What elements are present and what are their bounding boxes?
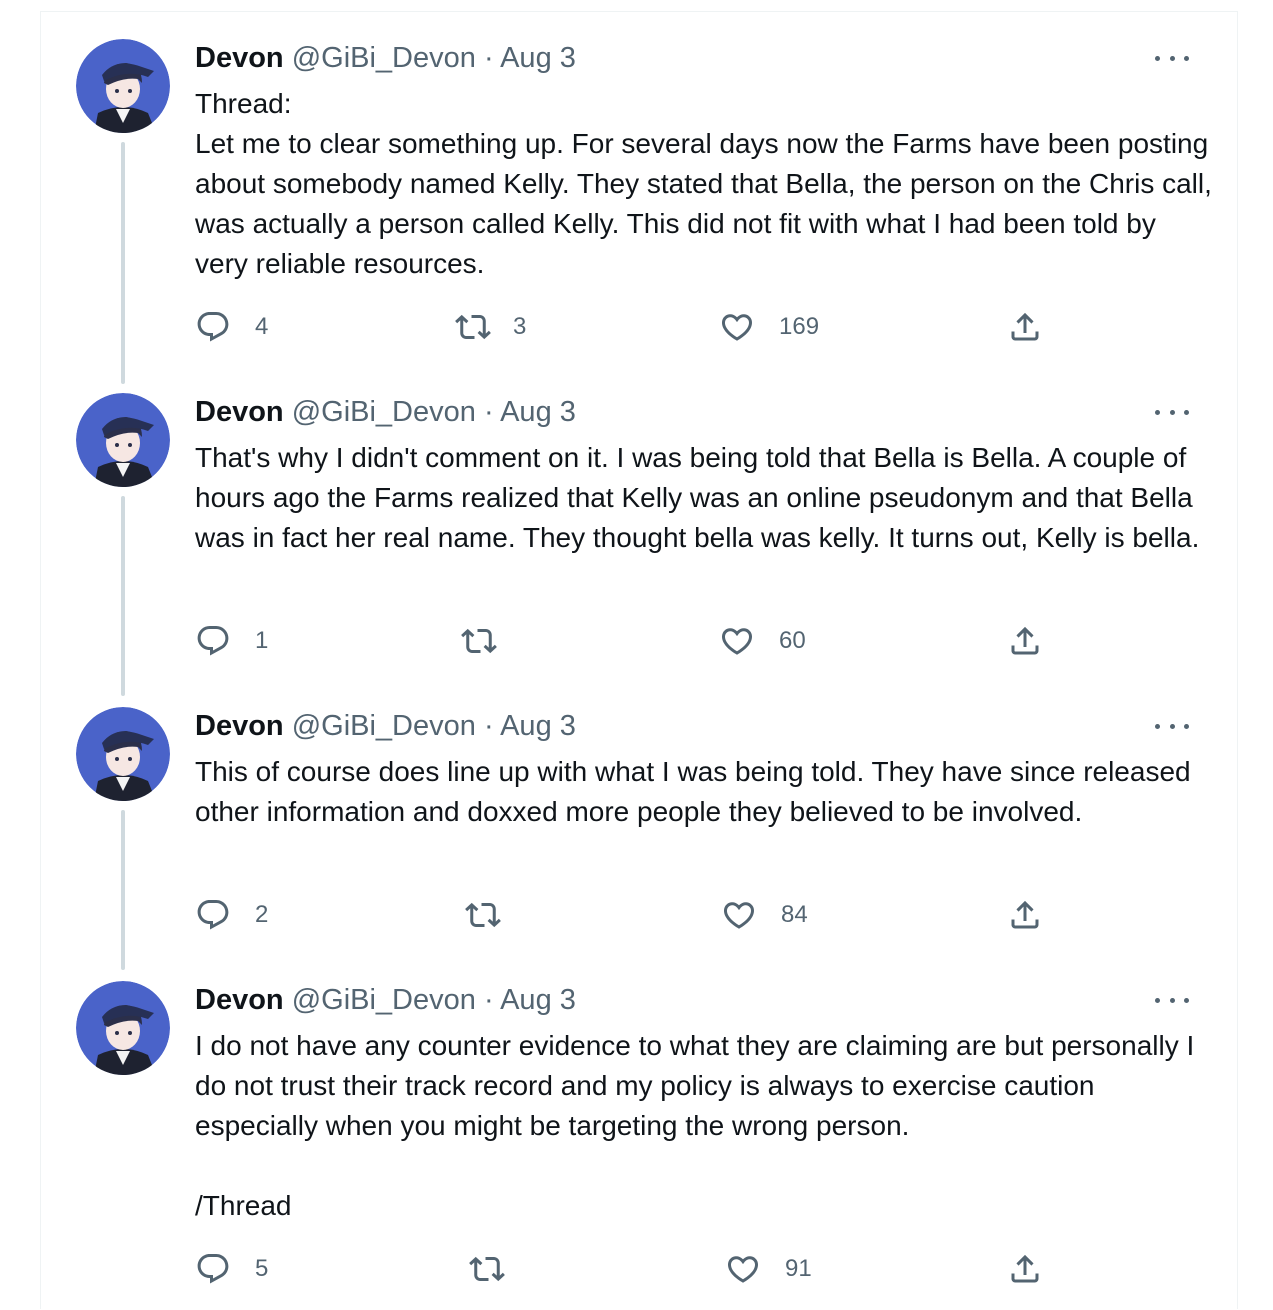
thread-feed: Devon @GiBi_Devon · Aug 3 Thread: Let me… [40,11,1238,1309]
share-icon [1011,900,1039,929]
tweet-date[interactable]: Aug 3 [500,396,576,428]
tweet-actions: 1 60 [195,621,1075,661]
reply-icon [197,900,229,930]
reply-count: 1 [255,627,269,654]
tweet-header: Devon @GiBi_Devon · Aug 3 [195,982,576,1018]
tweet-date[interactable]: Aug 3 [500,42,576,74]
more-icon[interactable] [1155,714,1189,738]
tweet-text: Thread: Let me to clear something up. Fo… [195,88,1212,279]
avatar[interactable] [76,39,170,133]
share-icon [1011,626,1039,655]
reply-button[interactable]: 4 [195,307,268,347]
tweet-date[interactable]: Aug 3 [500,984,576,1016]
reply-count: 4 [255,313,269,340]
avatar-image [76,707,170,801]
tweet-3[interactable]: Devon @GiBi_Devon · Aug 3 This of course… [41,680,1239,970]
separator-dot: · [483,710,494,742]
separator-dot: · [483,984,494,1016]
like-count: 169 [779,313,820,340]
tweet-text: That's why I didn't comment on it. I was… [195,442,1201,553]
tweet-header: Devon @GiBi_Devon · Aug 3 [195,40,576,76]
avatar-image [76,981,170,1075]
avatar[interactable] [76,707,170,801]
separator-dot: · [483,42,494,74]
reply-count: 5 [255,1255,269,1282]
reply-button[interactable]: 2 [195,895,268,935]
avatar[interactable] [76,393,170,487]
share-button[interactable] [1007,895,1043,935]
retweet-button[interactable] [469,1249,529,1289]
author-handle[interactable]: @GiBi_Devon [292,42,476,74]
share-button[interactable] [1007,1249,1043,1289]
thread-connector [121,496,125,696]
author-name[interactable]: Devon [195,396,284,428]
like-button[interactable]: 169 [719,307,819,347]
like-count: 91 [785,1255,812,1282]
avatar-image [76,393,170,487]
tweet-4[interactable]: Devon @GiBi_Devon · Aug 3 I do not have … [41,954,1239,1310]
tweet-text: This of course does line up with what I … [195,756,1199,827]
reply-count: 2 [255,901,269,928]
separator-dot: · [483,396,494,428]
reply-icon [197,1254,229,1284]
thread-connector [121,142,125,384]
like-icon [721,628,753,655]
tweet-date[interactable]: Aug 3 [500,710,576,742]
author-name[interactable]: Devon [195,984,284,1016]
tweet-header: Devon @GiBi_Devon · Aug 3 [195,708,576,744]
avatar-image [76,39,170,133]
like-button[interactable]: 60 [719,621,806,661]
more-icon[interactable] [1155,46,1189,70]
tweet-1[interactable]: Devon @GiBi_Devon · Aug 3 Thread: Let me… [41,12,1239,384]
share-icon [1011,1254,1039,1283]
like-count: 60 [779,627,806,654]
author-handle[interactable]: @GiBi_Devon [292,396,476,428]
tweet-actions: 5 91 [195,1249,1075,1289]
more-icon[interactable] [1155,400,1189,424]
tweet-2[interactable]: Devon @GiBi_Devon · Aug 3 That's why I d… [41,366,1239,696]
share-button[interactable] [1007,621,1043,661]
retweet-count: 3 [513,313,527,340]
thread-connector [121,810,125,970]
tweet-actions: 2 84 [195,895,1075,935]
reply-button[interactable]: 1 [195,621,268,661]
reply-icon [197,312,229,342]
reply-button[interactable]: 5 [195,1249,268,1289]
tweet-text: I do not have any counter evidence to wh… [195,1030,1195,1221]
author-name[interactable]: Devon [195,42,284,74]
like-count: 84 [781,901,808,928]
like-icon [723,902,755,929]
like-button[interactable]: 91 [725,1249,812,1289]
retweet-icon [455,314,491,340]
share-button[interactable] [1007,307,1043,347]
like-button[interactable]: 84 [721,895,808,935]
retweet-icon [469,1256,505,1282]
author-name[interactable]: Devon [195,710,284,742]
like-icon [721,314,753,341]
retweet-button[interactable] [465,895,525,935]
reply-icon [197,626,229,656]
share-icon [1011,312,1039,341]
avatar[interactable] [76,981,170,1075]
author-handle[interactable]: @GiBi_Devon [292,710,476,742]
retweet-button[interactable]: 3 [455,307,526,347]
more-icon[interactable] [1155,988,1189,1012]
retweet-button[interactable] [461,621,521,661]
tweet-actions: 4 3 169 [195,307,1075,347]
retweet-icon [461,628,497,654]
tweet-header: Devon @GiBi_Devon · Aug 3 [195,394,576,430]
retweet-icon [465,902,501,928]
author-handle[interactable]: @GiBi_Devon [292,984,476,1016]
like-icon [727,1256,759,1283]
